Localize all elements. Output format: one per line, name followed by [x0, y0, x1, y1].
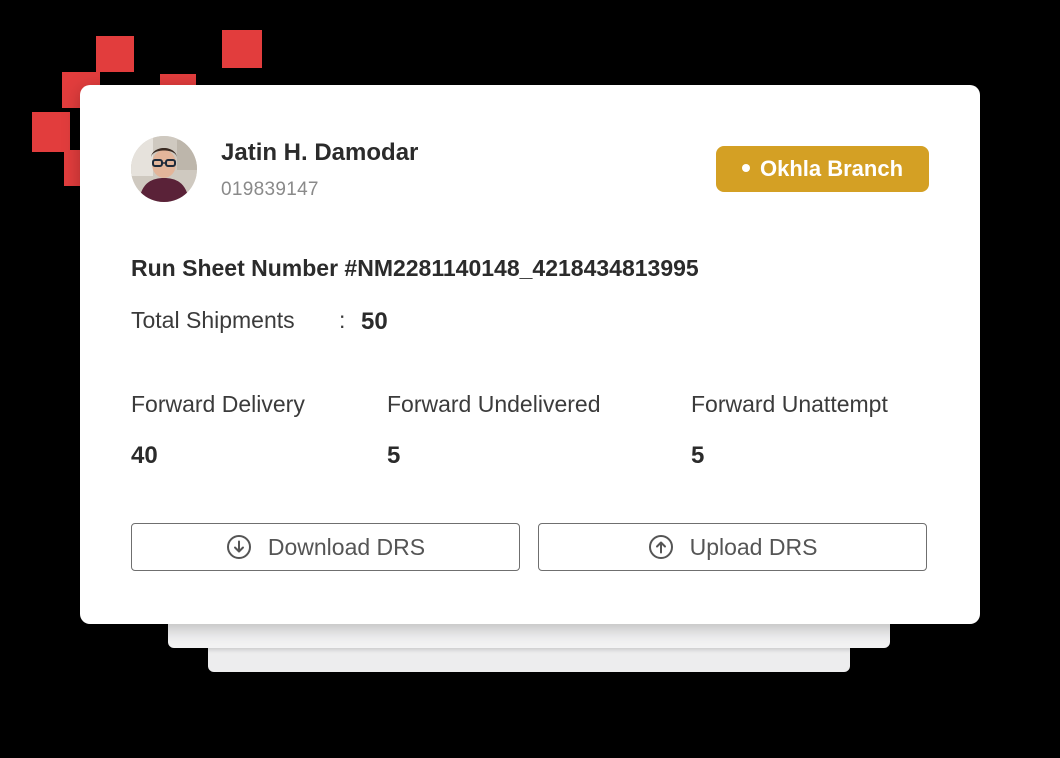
user-id: 019839147 — [221, 179, 319, 200]
stat-label-forward-unattempt: Forward Unattempt — [691, 391, 888, 417]
upload-circle-icon — [648, 534, 674, 560]
total-shipments-separator: : — [339, 307, 346, 333]
download-drs-button[interactable]: Download DRS — [131, 523, 520, 571]
upload-drs-button[interactable]: Upload DRS — [538, 523, 927, 571]
download-drs-label: Download DRS — [267, 533, 426, 560]
avatar — [131, 136, 197, 202]
total-shipments-value: 50 — [361, 308, 388, 335]
total-shipments-label: Total Shipments — [131, 307, 295, 333]
avatar-photo — [131, 136, 197, 202]
stat-value-forward-unattempt: 5 — [691, 442, 705, 469]
decor-square — [32, 112, 70, 152]
stat-value-forward-delivery: 40 — [131, 442, 158, 469]
run-sheet-number: Run Sheet Number #NM2281140148_421843481… — [131, 255, 699, 281]
decor-square — [222, 30, 262, 68]
branch-badge: Okhla Branch — [716, 146, 929, 192]
stat-value-forward-undelivered: 5 — [387, 442, 401, 469]
run-sheet-card: Jatin H. Damodar 019839147 Okhla Branch … — [80, 85, 980, 624]
user-name: Jatin H. Damodar — [221, 139, 419, 166]
decor-square — [96, 36, 134, 72]
download-circle-icon — [226, 534, 252, 560]
stat-label-forward-undelivered: Forward Undelivered — [387, 391, 601, 417]
branch-label: Okhla Branch — [759, 156, 904, 181]
bullet-dot-icon — [741, 164, 750, 173]
upload-drs-label: Upload DRS — [689, 533, 818, 560]
stat-label-forward-delivery: Forward Delivery — [131, 391, 305, 417]
